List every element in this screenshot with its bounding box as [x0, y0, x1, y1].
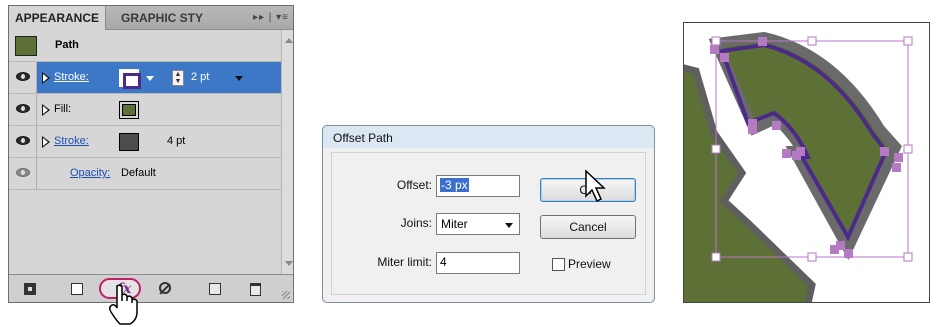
visibility-toggle[interactable]	[9, 126, 37, 157]
duplicate-item-icon[interactable]	[209, 283, 221, 295]
swatch-dropdown-icon[interactable]	[146, 76, 154, 81]
joins-select[interactable]: Miter	[436, 213, 520, 235]
visibility-toggle[interactable]	[9, 62, 37, 93]
stroke-color-swatch[interactable]	[119, 133, 139, 151]
offset-input[interactable]: -3 px	[436, 175, 520, 197]
dialog-title: Offset Path	[333, 131, 393, 145]
artwork-shapes[interactable]	[684, 23, 930, 303]
offset-value[interactable]: -3 px	[440, 178, 469, 192]
disclosure-triangle-icon[interactable]	[42, 72, 50, 84]
stroke-label[interactable]: Stroke:	[54, 135, 89, 147]
path-title: Path	[55, 39, 79, 51]
show-thumbnail-icon[interactable]	[24, 283, 36, 295]
clear-appearance-icon[interactable]	[159, 282, 171, 294]
stroke-row[interactable]: Stroke: 4 pt	[9, 126, 281, 158]
offset-path-dialog: Offset Path Offset: -3 px Joins: Miter M…	[322, 125, 655, 303]
preview-checkbox[interactable]	[552, 258, 565, 271]
resize-grip-icon[interactable]	[282, 291, 290, 299]
stroke-color-swatch[interactable]	[119, 69, 141, 89]
panel-tab-bar: APPEARANCE GRAPHIC STY ▸▸ | ▾≡	[9, 6, 293, 30]
chevron-down-icon	[505, 223, 513, 228]
appearance-panel: APPEARANCE GRAPHIC STY ▸▸ | ▾≡ Path Stro…	[8, 5, 294, 303]
cancel-button[interactable]: Cancel	[540, 215, 636, 239]
opacity-row[interactable]: Opacity: Default	[9, 158, 281, 190]
delete-item-icon[interactable]	[250, 283, 261, 296]
scroll-down-icon[interactable]	[285, 261, 293, 266]
miter-limit-value[interactable]: 4	[440, 255, 447, 269]
add-new-stroke-icon[interactable]	[71, 283, 83, 295]
artwork-canvas[interactable]	[683, 22, 930, 303]
path-thumbnail	[15, 36, 37, 56]
preview-label[interactable]: Preview	[568, 257, 611, 271]
stroke-weight-stepper[interactable]: ▲ ▼	[172, 70, 184, 86]
path-header-row: Path	[9, 30, 281, 62]
fill-row[interactable]: Fill:	[9, 94, 281, 126]
opacity-label[interactable]: Opacity:	[70, 167, 110, 179]
panel-menu-icon[interactable]: ▸▸ | ▾≡	[253, 6, 289, 30]
visibility-toggle[interactable]	[9, 94, 37, 125]
scroll-up-icon[interactable]	[285, 38, 293, 43]
eye-icon[interactable]	[16, 168, 30, 177]
disclosure-triangle-icon[interactable]	[42, 136, 50, 148]
miter-limit-input[interactable]: 4	[436, 252, 520, 274]
fill-color-swatch[interactable]	[119, 101, 139, 119]
arrow-cursor-icon	[585, 170, 606, 203]
stroke-weight-value[interactable]: 2 pt	[191, 71, 209, 83]
stroke-label[interactable]: Stroke:	[54, 71, 89, 83]
tab-appearance[interactable]: APPEARANCE	[9, 6, 107, 30]
offset-label: Offset:	[396, 178, 432, 192]
joins-value: Miter	[441, 217, 468, 231]
joins-label: Joins:	[400, 216, 432, 230]
tab-graphic-styles[interactable]: GRAPHIC STY	[121, 6, 206, 30]
stroke-weight-value: 4 pt	[167, 135, 186, 147]
eye-icon[interactable]	[16, 136, 30, 145]
panel-scrollbar[interactable]	[281, 30, 293, 274]
weight-dropdown-icon[interactable]	[235, 76, 243, 81]
fill-label: Fill:	[54, 103, 72, 115]
eye-icon[interactable]	[16, 104, 30, 113]
opacity-value: Default	[121, 167, 156, 179]
panel-bottom-bar: fx	[9, 274, 293, 302]
stroke-row-selected[interactable]: Stroke: ▲ ▼ 2 pt	[9, 62, 281, 94]
disclosure-triangle-icon[interactable]	[42, 104, 50, 116]
miter-limit-label: Miter limit:	[377, 255, 432, 269]
eye-icon[interactable]	[16, 72, 30, 81]
hand-cursor-icon	[108, 284, 138, 325]
visibility-toggle[interactable]	[9, 158, 37, 189]
